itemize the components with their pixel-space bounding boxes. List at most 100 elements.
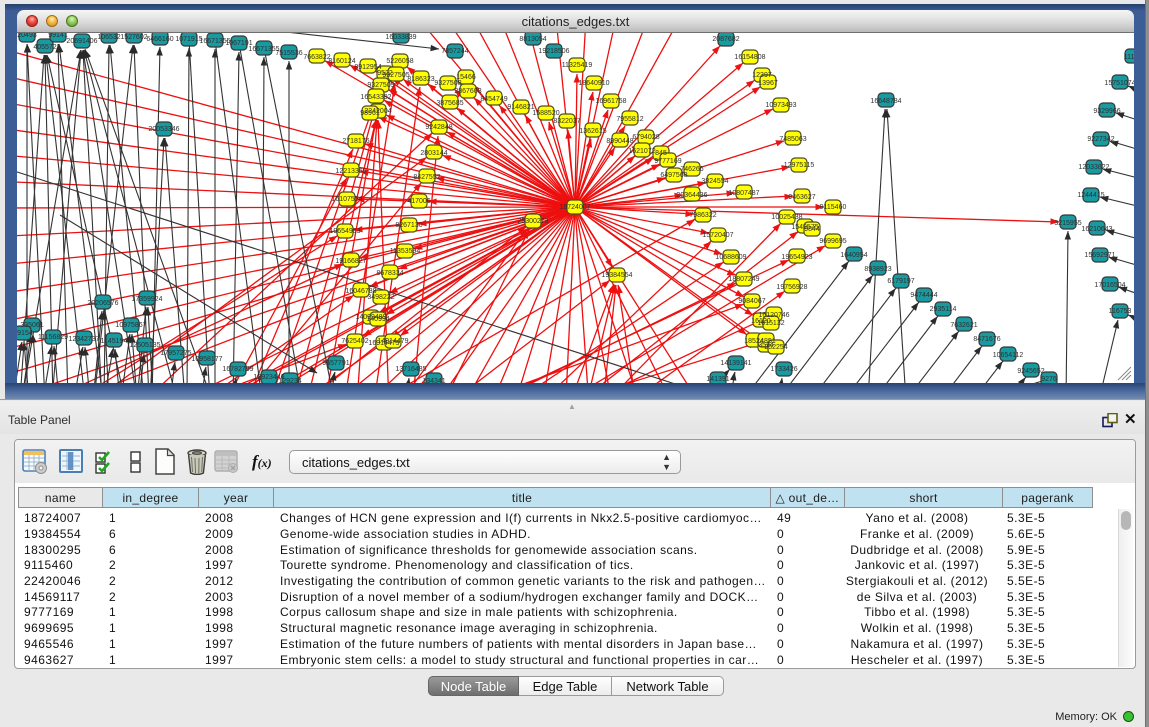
svg-text:134341: 134341 <box>422 378 445 383</box>
svg-text:8938923: 8938923 <box>864 266 891 273</box>
svg-text:20206576: 20206576 <box>87 300 118 307</box>
svg-text:10807487: 10807487 <box>728 190 759 197</box>
svg-text:2087682: 2087682 <box>712 36 739 43</box>
svg-text:9844: 9844 <box>804 226 820 233</box>
svg-text:25300273: 25300273 <box>517 218 548 225</box>
svg-text:8322037: 8322037 <box>553 118 580 125</box>
svg-text:9327505: 9327505 <box>382 72 409 79</box>
svg-text:2867608: 2867608 <box>454 88 481 95</box>
svg-text:6466160: 6466160 <box>146 36 173 43</box>
svg-text:3215955: 3215955 <box>1054 220 1081 227</box>
svg-text:16782759: 16782759 <box>222 366 253 373</box>
svg-text:9777169: 9777169 <box>654 158 681 165</box>
svg-text:16210643: 16210643 <box>1081 226 1112 233</box>
svg-text:20493: 20493 <box>17 33 37 39</box>
svg-text:8813054: 8813054 <box>519 36 546 43</box>
svg-text:10654112: 10654112 <box>993 352 1024 359</box>
svg-text:19384554: 19384554 <box>601 272 632 279</box>
svg-text:3498222: 3498222 <box>367 294 394 301</box>
svg-text:12033822: 12033822 <box>1078 164 1109 171</box>
svg-text:15692971: 15692971 <box>1084 252 1115 259</box>
svg-text:141391: 141391 <box>706 376 729 383</box>
svg-text:9327509: 9327509 <box>367 82 394 89</box>
svg-text:8990448: 8990448 <box>606 138 633 145</box>
svg-text:1362615: 1362615 <box>579 128 606 135</box>
svg-text:1615132: 1615132 <box>757 320 784 327</box>
svg-text:2718176: 2718176 <box>342 138 369 145</box>
svg-text:39154: 39154 <box>17 330 33 337</box>
svg-text:15466: 15466 <box>456 74 476 81</box>
svg-text:8678334: 8678334 <box>376 270 403 277</box>
svg-text:7632621: 7632621 <box>950 322 977 329</box>
svg-text:1588520: 1588520 <box>532 110 559 117</box>
svg-text:8471676: 8471676 <box>973 336 1000 343</box>
svg-text:20364436: 20364436 <box>676 192 707 199</box>
svg-text:17016504: 17016504 <box>1094 282 1125 289</box>
svg-text:9242848: 9242848 <box>425 124 452 131</box>
svg-text:129234: 129234 <box>278 378 301 383</box>
svg-text:16120746: 16120746 <box>758 312 789 319</box>
svg-text:140994: 140994 <box>366 316 389 323</box>
svg-text:335061: 335061 <box>20 322 43 329</box>
svg-text:12505135: 12505135 <box>129 342 160 349</box>
svg-text:7485063: 7485063 <box>779 136 806 143</box>
svg-text:252254: 252254 <box>764 344 787 351</box>
svg-text:9699695: 9699695 <box>819 238 846 245</box>
svg-text:9276: 9276 <box>1041 376 1057 383</box>
svg-text:16033839: 16033839 <box>385 34 416 41</box>
svg-text:19166827: 19166827 <box>335 258 366 265</box>
svg-text:1733426: 1733426 <box>770 366 797 373</box>
svg-text:1621072: 1621072 <box>628 148 655 155</box>
svg-text:11325419: 11325419 <box>562 62 593 69</box>
svg-text:9084067: 9084067 <box>738 298 765 305</box>
svg-text:15720407: 15720407 <box>702 232 733 239</box>
svg-text:1244415: 1244415 <box>1077 192 1104 199</box>
svg-text:1145194: 1145194 <box>101 338 128 345</box>
svg-text:7857244: 7857244 <box>441 48 468 55</box>
svg-text:10973493: 10973493 <box>765 102 796 109</box>
svg-text:9115460: 9115460 <box>820 204 847 211</box>
svg-text:18640910: 18640910 <box>578 80 609 87</box>
svg-text:6497568: 6497568 <box>660 172 687 179</box>
svg-text:9463627: 9463627 <box>788 194 815 201</box>
svg-text:116753: 116753 <box>1109 308 1132 315</box>
svg-text:746266: 746266 <box>680 166 703 173</box>
svg-text:19654983: 19654983 <box>329 228 360 235</box>
svg-text:99141: 99141 <box>48 33 68 39</box>
svg-text:18724007: 18724007 <box>559 204 590 211</box>
svg-text:6794028: 6794028 <box>632 134 659 141</box>
svg-text:5226058: 5226058 <box>386 58 413 65</box>
svg-text:3875685: 3875685 <box>436 100 463 107</box>
svg-text:16961758: 16961758 <box>595 98 626 105</box>
svg-text:106532: 106532 <box>97 34 120 41</box>
svg-text:405572: 405572 <box>33 44 56 51</box>
svg-text:19756928: 19756928 <box>776 284 807 291</box>
svg-text:12397: 12397 <box>752 72 772 79</box>
svg-text:10958177: 10958177 <box>191 356 222 363</box>
svg-text:10688609: 10688609 <box>715 254 746 261</box>
svg-text:9245652: 9245652 <box>1017 368 1044 375</box>
svg-text:7663822: 7663822 <box>303 54 330 61</box>
svg-text:7515536: 7515536 <box>275 50 302 57</box>
svg-text:1640954: 1640954 <box>840 252 867 259</box>
svg-text:2803144: 2803144 <box>420 150 447 157</box>
svg-text:9329966: 9329966 <box>1093 108 1120 115</box>
svg-text:13716485: 13716485 <box>395 366 426 373</box>
svg-text:11172: 11172 <box>1124 54 1134 61</box>
svg-text:9227342: 9227342 <box>1087 136 1114 143</box>
svg-text:10025438: 10025438 <box>771 214 802 221</box>
svg-text:12975115: 12975115 <box>784 162 815 169</box>
svg-text:417006: 417006 <box>407 198 430 205</box>
svg-text:14914479: 14914479 <box>377 338 408 345</box>
svg-text:17359924: 17359924 <box>131 296 162 303</box>
svg-text:9146821: 9146821 <box>507 104 534 111</box>
svg-text:10975867: 10975867 <box>115 322 146 329</box>
svg-text:20691406: 20691406 <box>66 38 97 45</box>
svg-text:8186323: 8186323 <box>407 76 434 83</box>
svg-text:9657791: 9657791 <box>322 360 349 367</box>
svg-text:17957275: 17957275 <box>160 350 191 357</box>
svg-text:8454749: 8454749 <box>480 96 507 103</box>
svg-text:11353594: 11353594 <box>390 248 421 255</box>
svg-text:7986322: 7986322 <box>689 212 716 219</box>
svg-text:16107554: 16107554 <box>331 196 362 203</box>
